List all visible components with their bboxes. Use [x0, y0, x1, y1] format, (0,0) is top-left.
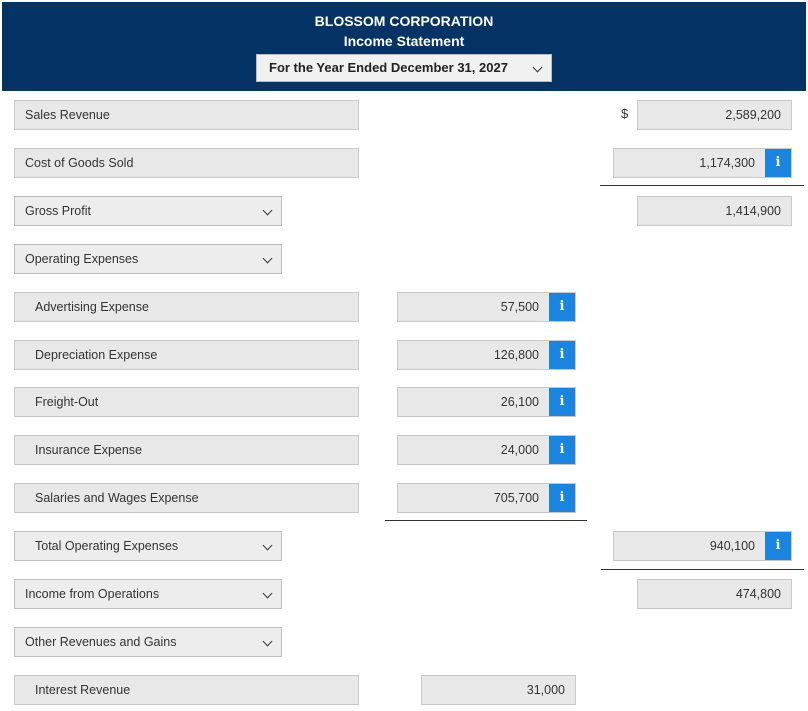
- salaries-amount-value: 705,700: [493, 491, 539, 505]
- depreciation-amount-field[interactable]: 126,800 i: [397, 340, 576, 370]
- info-icon[interactable]: i: [549, 436, 575, 464]
- info-icon[interactable]: i: [549, 341, 575, 369]
- depreciation-label-field[interactable]: Depreciation Expense: [14, 340, 359, 370]
- gross-profit-select[interactable]: Gross Profit: [14, 196, 282, 226]
- period-select-value: For the Year Ended December 31, 2027: [269, 60, 508, 75]
- freight-amount-value: 26,100: [500, 395, 539, 409]
- subtotal-rule: [601, 569, 804, 570]
- cogs-amount-value: 1,174,300: [699, 156, 755, 170]
- insurance-amount-field[interactable]: 24,000 i: [397, 435, 576, 465]
- cogs-amount-field[interactable]: 1,174,300 i: [613, 148, 792, 178]
- chevron-down-icon: [262, 253, 273, 264]
- advertising-amount-value: 57,500: [500, 300, 539, 314]
- info-icon[interactable]: i: [765, 532, 791, 560]
- freight-amount-field[interactable]: 26,100 i: [397, 387, 576, 417]
- info-icon[interactable]: i: [549, 293, 575, 321]
- income-from-operations-select[interactable]: Income from Operations: [14, 579, 282, 609]
- gross-profit-select-value: Gross Profit: [25, 204, 91, 218]
- statement-title: Income Statement: [343, 33, 465, 49]
- interest-revenue-amount-field[interactable]: 31,000: [421, 675, 576, 705]
- total-operating-amount-field[interactable]: 940,100 i: [613, 531, 792, 561]
- salaries-amount-field[interactable]: 705,700 i: [397, 483, 576, 513]
- chevron-down-icon: [262, 588, 273, 599]
- total-operating-expenses-select[interactable]: Total Operating Expenses: [14, 531, 282, 561]
- advertising-amount-field[interactable]: 57,500 i: [397, 292, 576, 322]
- operating-expenses-select-value: Operating Expenses: [25, 252, 139, 266]
- statement-header: BLOSSOM CORPORATION Income Statement For…: [2, 2, 806, 91]
- gross-profit-amount-field[interactable]: 1,414,900: [637, 196, 792, 226]
- advertising-label-field[interactable]: Advertising Expense: [14, 292, 359, 322]
- depreciation-amount-value: 126,800: [493, 348, 539, 362]
- subtotal-rule: [600, 185, 804, 186]
- total-operating-amount-value: 940,100: [709, 539, 755, 553]
- interest-revenue-label-field[interactable]: Interest Revenue: [14, 675, 359, 705]
- company-name: BLOSSOM CORPORATION: [314, 13, 494, 29]
- chevron-down-icon: [262, 540, 273, 551]
- sales-revenue-label-field[interactable]: Sales Revenue: [14, 100, 359, 130]
- insurance-amount-value: 24,000: [500, 443, 539, 457]
- sales-revenue-amount-field[interactable]: 2,589,200: [637, 100, 792, 130]
- income-from-operations-select-value: Income from Operations: [25, 587, 160, 601]
- other-revenues-select-value: Other Revenues and Gains: [25, 635, 177, 649]
- cogs-label-field[interactable]: Cost of Goods Sold: [14, 148, 359, 178]
- info-icon[interactable]: i: [549, 484, 575, 512]
- insurance-label-field[interactable]: Insurance Expense: [14, 435, 359, 465]
- chevron-down-icon: [262, 205, 273, 216]
- currency-symbol: $: [621, 106, 629, 121]
- operating-expenses-select[interactable]: Operating Expenses: [14, 244, 282, 274]
- income-from-operations-amount-field[interactable]: 474,800: [637, 579, 792, 609]
- freight-label-field[interactable]: Freight-Out: [14, 387, 359, 417]
- salaries-label-field[interactable]: Salaries and Wages Expense: [14, 483, 359, 513]
- chevron-down-icon: [532, 62, 543, 73]
- total-operating-expenses-select-value: Total Operating Expenses: [35, 539, 179, 553]
- subtotal-rule: [385, 520, 587, 521]
- period-select[interactable]: For the Year Ended December 31, 2027: [256, 54, 552, 82]
- info-icon[interactable]: i: [549, 388, 575, 416]
- chevron-down-icon: [262, 636, 273, 647]
- info-icon[interactable]: i: [765, 149, 791, 177]
- other-revenues-select[interactable]: Other Revenues and Gains: [14, 627, 282, 657]
